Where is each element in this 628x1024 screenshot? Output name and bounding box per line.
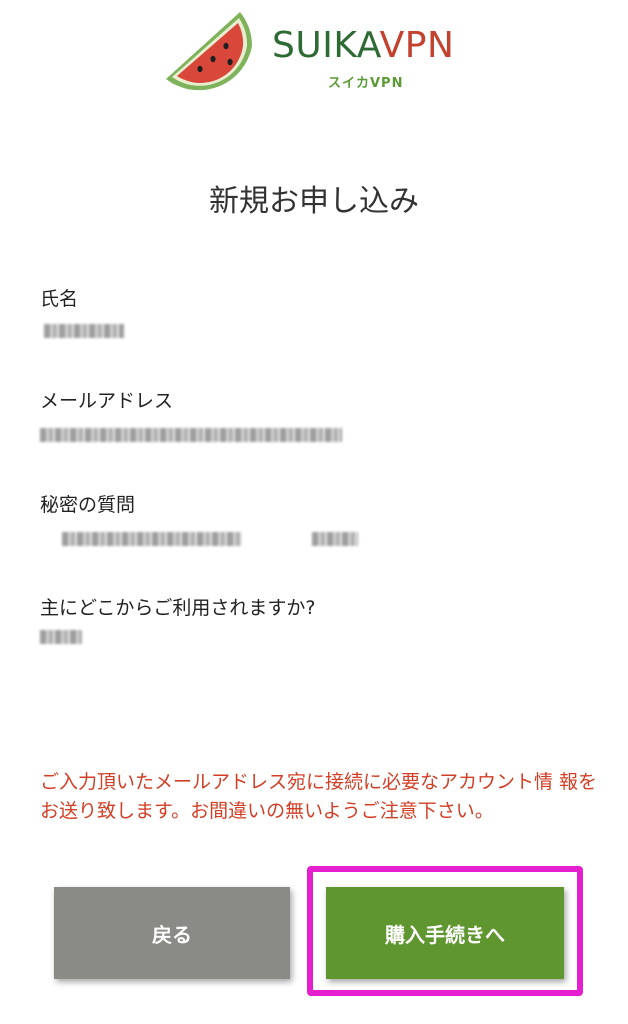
back-button[interactable]: 戻る <box>54 887 290 979</box>
page-title: 新規お申し込み <box>209 184 419 219</box>
brand-name: SUIKAVPN <box>272 25 455 66</box>
email-value-blurred <box>40 428 342 442</box>
usage-location-label: 主にどこからご利用されますか? <box>40 597 316 619</box>
name-label: 氏名 <box>40 288 79 310</box>
email-notice: ご入力頂いたメールアドレス宛に接続に必要なアカウント情 報をお送り致します。お間… <box>40 771 598 822</box>
suika-vpn-logo[interactable]: SUIKAVPN スイカVPN <box>160 6 470 98</box>
secret-answer-value-blurred <box>312 532 358 546</box>
usage-location-value-blurred <box>40 630 82 644</box>
brand-subtitle: スイカVPN <box>328 76 404 91</box>
watermelon-icon <box>166 12 253 91</box>
email-label: メールアドレス <box>40 390 174 412</box>
secret-question-value-blurred <box>62 532 242 546</box>
name-value-blurred <box>44 324 124 338</box>
secret-question-label: 秘密の質問 <box>40 494 136 516</box>
proceed-to-purchase-button[interactable]: 購入手続きへ <box>326 887 564 979</box>
application-page: SUIKAVPN スイカVPN 新規お申し込み 氏名 メールアドレス 秘密の質問… <box>0 0 628 1024</box>
